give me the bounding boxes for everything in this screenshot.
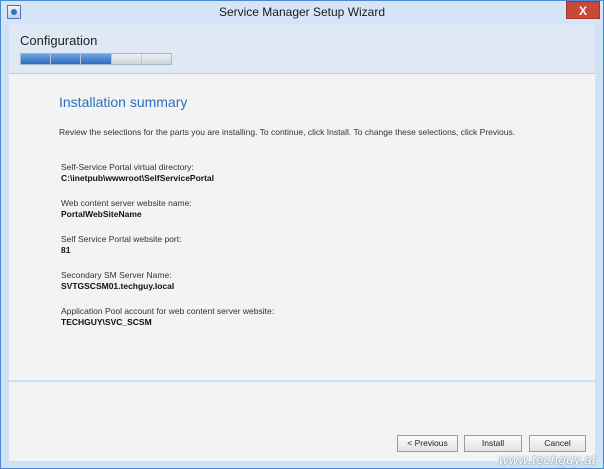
page-title: Configuration [20, 33, 98, 48]
previous-button[interactable]: < Previous [397, 435, 458, 452]
summary-item-website-name: Web content server website name: PortalW… [61, 198, 274, 234]
progress-segment [51, 54, 81, 64]
summary-item-value: C:\inetpub\wwwroot\SelfServicePortal [61, 173, 215, 183]
close-button[interactable]: X [566, 1, 600, 19]
summary-item-value: TECHGUY\SVC_SCSM [61, 317, 152, 327]
summary-item-value: PortalWebSiteName [61, 209, 142, 219]
summary-item-label: Application Pool account for web content… [61, 306, 275, 316]
summary-item-label: Web content server website name: [61, 198, 192, 208]
summary-item-label: Self Service Portal website port: [61, 234, 182, 244]
install-button[interactable]: Install [464, 435, 522, 452]
title-bar: Service Manager Setup Wizard X [1, 1, 603, 25]
summary-item-label: Secondary SM Server Name: [61, 270, 172, 280]
summary-item-app-pool-account: Application Pool account for web content… [61, 306, 274, 342]
content-panel: Installation summary Review the selectio… [9, 74, 595, 380]
progress-segment [21, 54, 51, 64]
section-title: Installation summary [59, 94, 188, 110]
summary-item-secondary-server: Secondary SM Server Name: SVTGSCSM01.tec… [61, 270, 274, 306]
summary-item-value: SVTGSCSM01.techguy.local [61, 281, 175, 291]
summary-item-website-port: Self Service Portal website port: 81 [61, 234, 274, 270]
summary-list: Self-Service Portal virtual directory: C… [61, 162, 274, 342]
summary-item-label: Self-Service Portal virtual directory: [61, 162, 194, 172]
button-bar: < Previous Install Cancel [9, 381, 595, 461]
watermark: www.techguy.at [498, 452, 596, 467]
progress-bar [20, 53, 172, 65]
progress-segment [111, 54, 141, 64]
cancel-button[interactable]: Cancel [529, 435, 586, 452]
progress-segment [141, 54, 172, 64]
wizard-header: Configuration [9, 25, 595, 74]
summary-item-virtual-directory: Self-Service Portal virtual directory: C… [61, 162, 274, 198]
window-title: Service Manager Setup Wizard [218, 5, 386, 19]
setup-wizard-window: Service Manager Setup Wizard X Configura… [0, 0, 604, 469]
intro-text: Review the selections for the parts you … [59, 127, 516, 137]
summary-item-value: 81 [61, 245, 71, 255]
progress-segment [81, 54, 111, 64]
